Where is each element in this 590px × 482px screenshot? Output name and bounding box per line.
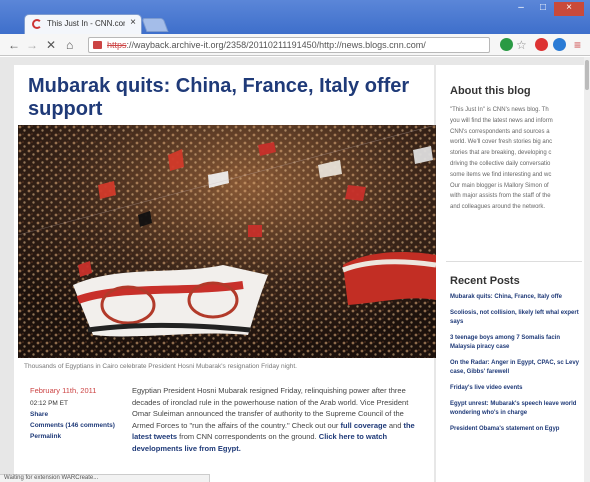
- minimize-button[interactable]: –: [510, 2, 532, 16]
- extension-globe-icon[interactable]: [500, 38, 513, 51]
- about-blog-text: "This Just In" is CNN's news blog. Th yo…: [450, 105, 582, 213]
- about-line: with major assists from the staff of the: [450, 193, 551, 200]
- stop-icon[interactable]: ✕: [46, 38, 56, 52]
- url-text: ://wayback.archive-it.org/2358/201102111…: [126, 40, 426, 50]
- post-date: February 11th, 2011: [30, 386, 97, 395]
- recent-post-link[interactable]: 3 teenage boys among 7 Somalis facin Mal…: [450, 334, 582, 352]
- body-text: from CNN correspondents on the ground.: [177, 432, 319, 441]
- sidebar: About this blog "This Just In" is CNN's …: [436, 65, 586, 482]
- permalink-link[interactable]: Permalink: [30, 431, 126, 442]
- about-line: "This Just In" is CNN's news blog. Th: [450, 107, 549, 113]
- share-link[interactable]: Share: [30, 409, 126, 420]
- menu-icon[interactable]: ≡: [574, 38, 581, 52]
- recent-post-link[interactable]: Scoliosis, not collision, likely left wh…: [450, 309, 582, 327]
- about-line: world. We'll cover fresh stories big anc: [450, 139, 553, 146]
- sidebar-divider: [446, 261, 582, 262]
- window-controls: – □ ×: [510, 2, 584, 16]
- recent-post-link[interactable]: President Obama's statement on Egyp: [450, 425, 582, 434]
- pinterest-icon[interactable]: [535, 38, 548, 51]
- recent-post-link[interactable]: Egypt unrest: Mubarak's speech leave wor…: [450, 400, 582, 418]
- about-line: some items we find interesting and wc: [450, 171, 552, 178]
- protest-crowd-photo: [18, 125, 436, 358]
- about-line: Our main blogger is Mallory Simon of: [450, 182, 549, 189]
- forward-arrow-icon[interactable]: →: [26, 38, 38, 52]
- browser-tab[interactable]: This Just In - CNN.com B ×: [24, 14, 142, 34]
- recent-posts-heading: Recent Posts: [450, 275, 520, 287]
- full-coverage-link[interactable]: full coverage: [340, 421, 386, 430]
- about-blog-heading: About this blog: [450, 85, 531, 97]
- new-tab-button[interactable]: [141, 18, 169, 32]
- photo-caption: Thousands of Egyptians in Cairo celebrat…: [24, 363, 297, 370]
- about-line: driving the collective daily conversatio: [450, 160, 551, 167]
- tab-title: This Just In - CNN.com B: [47, 19, 125, 28]
- page-scrollbar[interactable]: [584, 57, 590, 482]
- about-line: CNN's correspondents and sources a: [450, 128, 550, 135]
- recent-post-link[interactable]: Friday's live video events: [450, 384, 582, 393]
- browser-window: This Just In - CNN.com B × – □ × ← → ✕ ⌂…: [0, 0, 590, 482]
- cnn-favicon-icon: [32, 19, 42, 29]
- url-scheme: https: [107, 40, 127, 50]
- home-icon[interactable]: ⌂: [66, 38, 73, 52]
- about-line: you will find the latest news and inform: [450, 117, 553, 124]
- bookmark-star-icon[interactable]: ☆: [516, 38, 527, 52]
- body-text: and: [386, 420, 404, 430]
- extension-blue-icon[interactable]: [553, 38, 566, 51]
- article-headline[interactable]: Mubarak quits: China, France, Italy offe…: [28, 75, 428, 121]
- article-column: Mubarak quits: China, France, Italy offe…: [14, 65, 436, 482]
- post-time: 02:12 PM ET: [30, 400, 68, 407]
- web-page: Mubarak quits: China, France, Italy offe…: [0, 57, 590, 482]
- back-arrow-icon[interactable]: ←: [8, 38, 20, 52]
- recent-post-link[interactable]: On the Radar: Anger in Egypt, CPAC, sc L…: [450, 359, 582, 377]
- browser-toolbar: ← → ✕ ⌂ https://wayback.archive-it.org/2…: [0, 34, 590, 56]
- about-line: and colleagues around the network.: [450, 204, 546, 211]
- post-meta: February 11th, 2011 02:12 PM ET Share Co…: [30, 385, 126, 442]
- about-line: stories that are breaking, developing c: [450, 150, 552, 157]
- recent-posts-list: Mubarak quits: China, France, Italy offe…: [450, 293, 582, 441]
- maximize-button[interactable]: □: [532, 2, 554, 16]
- scrollbar-thumb[interactable]: [585, 60, 589, 90]
- broken-lock-icon: [93, 41, 102, 49]
- recent-post-link[interactable]: Mubarak quits: China, France, Italy offe: [450, 293, 582, 302]
- title-bar: This Just In - CNN.com B × – □ ×: [0, 0, 590, 34]
- close-window-button[interactable]: ×: [554, 2, 584, 16]
- comments-link[interactable]: Comments (146 comments): [30, 420, 126, 431]
- status-bar: Waiting for extension WARCreate...: [0, 474, 210, 482]
- tab-close-icon[interactable]: ×: [130, 17, 136, 28]
- article-body: Egyptian President Hosni Mubarak resigne…: [132, 385, 424, 454]
- address-bar[interactable]: https://wayback.archive-it.org/2358/2011…: [88, 37, 490, 53]
